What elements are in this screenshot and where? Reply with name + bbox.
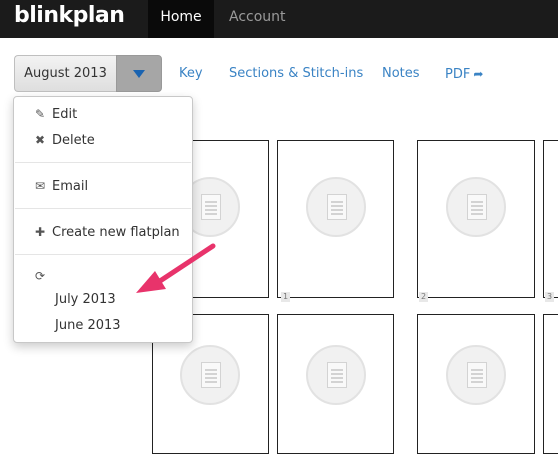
brand-logo[interactable]: blinkplan [14, 3, 125, 28]
page-number: 3 [545, 292, 555, 302]
document-icon [306, 177, 366, 237]
document-icon [446, 177, 506, 237]
pdf-link[interactable]: PDF ➦ [445, 67, 483, 82]
flatplan-page[interactable] [543, 314, 558, 454]
menu-item-label: June 2013 [55, 318, 121, 333]
month-selector-button[interactable]: August 2013 [14, 55, 116, 92]
nav-home[interactable]: Home [148, 0, 214, 38]
menu-divider [15, 208, 191, 209]
refresh-icon: ⟳ [35, 269, 46, 283]
menu-divider [15, 254, 191, 255]
sections-stitch-ins-link[interactable]: Sections & Stitch-ins [229, 66, 363, 81]
key-link[interactable]: Key [179, 66, 203, 81]
menu-divider [15, 162, 191, 163]
flatplan-page[interactable] [543, 140, 558, 298]
nav-account[interactable]: Account [229, 0, 286, 38]
page-number: 2 [419, 292, 429, 302]
flatplan-page[interactable] [417, 314, 535, 454]
flatplan-page[interactable] [277, 140, 394, 298]
menu-item-label: Email [52, 179, 89, 194]
month-dropdown-toggle[interactable] [116, 55, 162, 92]
menu-item-label: Edit [52, 107, 78, 122]
month-dropdown-menu: ✎ Edit ✖ Delete ✉ Email ✚ Create new fla… [13, 96, 193, 343]
pencil-square-icon: ✎ [35, 107, 46, 121]
document-icon [306, 345, 366, 405]
document-icon [446, 345, 506, 405]
menu-item-label: Create new flatplan [52, 225, 180, 240]
flatplan-page[interactable] [277, 314, 394, 454]
flatplan-page[interactable] [417, 140, 535, 298]
chevron-down-icon [133, 70, 145, 78]
notes-link[interactable]: Notes [382, 66, 420, 81]
x-icon: ✖ [35, 133, 46, 147]
plus-icon: ✚ [35, 225, 46, 239]
page-number: 1 [281, 292, 291, 302]
menu-item-label: July 2013 [55, 292, 116, 307]
menu-item-label: Delete [52, 133, 95, 148]
document-icon [180, 345, 240, 405]
envelope-icon: ✉ [35, 179, 46, 193]
pdf-label: PDF [445, 67, 471, 82]
top-navbar: blinkplan Home Account [0, 0, 558, 38]
share-arrow-icon: ➦ [473, 67, 484, 81]
